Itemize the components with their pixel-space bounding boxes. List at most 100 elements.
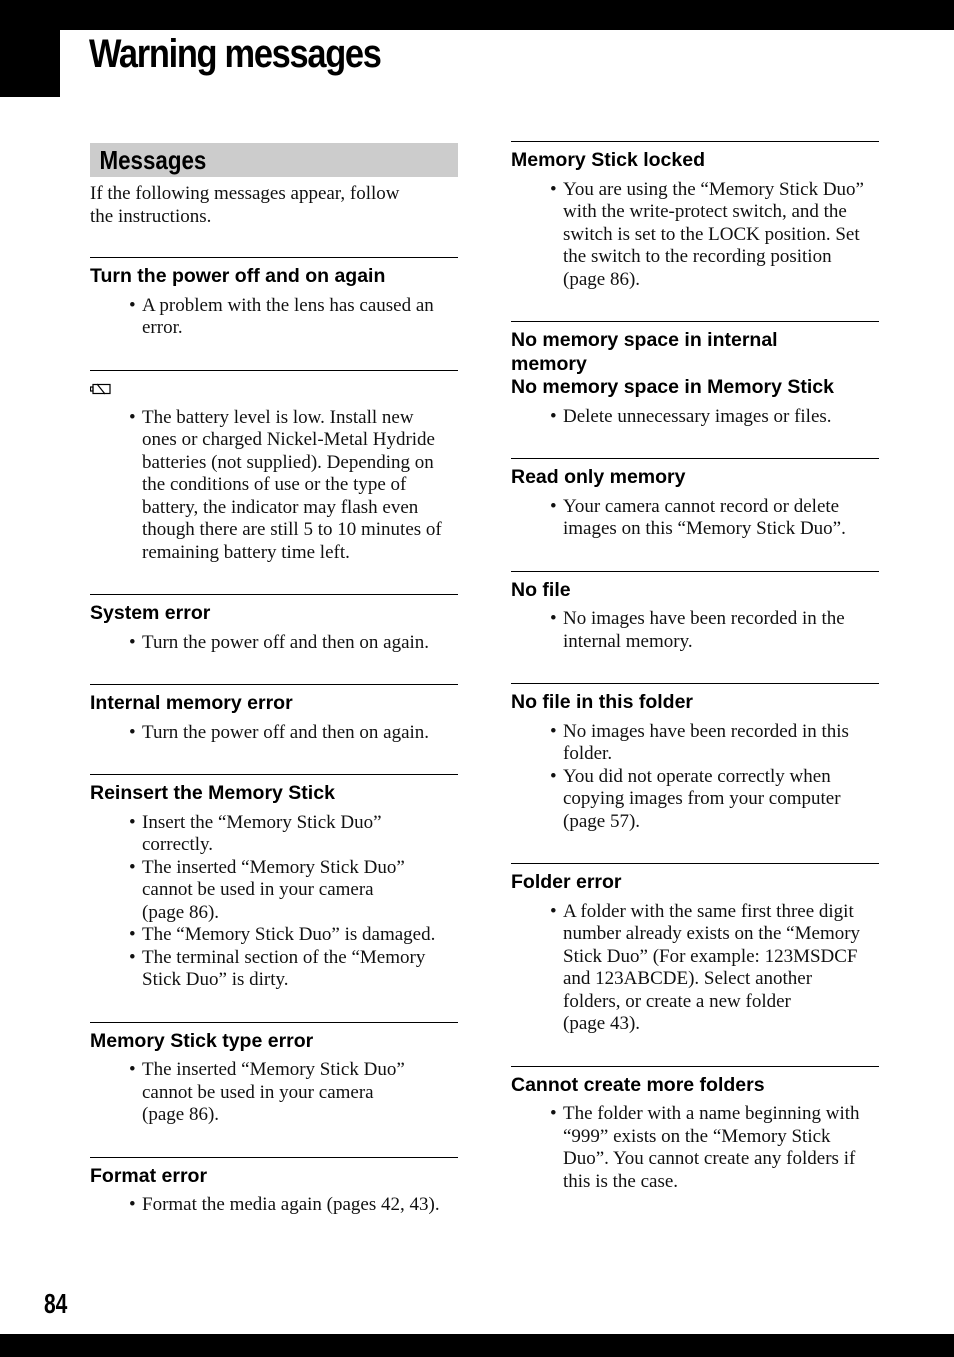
instruction-line: (page 86). [563,268,641,290]
message-entry: Cannot create more folders • The folder wi… [511,1065,879,1224]
bullet-icon: • [129,811,136,833]
message-title: Turn the power off and on again [90,265,386,287]
instruction-list: • Turn the power off and then on again. [90,632,458,655]
message-title: Internal memory error [90,692,293,714]
message-entry: Reinsert the Memory Stick • Insert the “Me… [90,774,458,1022]
instruction-item: • Delete unnecessary images or files. [511,406,879,429]
instruction-line: internal memory. [563,630,693,652]
instruction-line: You did not operate correctly when [563,765,831,787]
message-entry: System error • Turn the power off and then… [90,594,458,684]
instruction-line: correctly. [142,834,214,855]
message-title: Read only memory [511,466,686,488]
instruction-line: A problem with the lens has caused an [142,294,434,316]
instruction-item: • Turn the power off and then on again. [90,722,458,745]
instruction-list: • A problem with the lens has caused an er… [90,295,458,340]
instruction-list: • The battery level is low. Install new on… [90,407,458,565]
message-title: Folder error [511,871,622,893]
instruction-list: • Insert the “Memory Stick Duo” correctly.… [90,812,458,992]
instruction-line: “999” exists on the “Memory Stick [563,1125,831,1147]
instruction-line: A folder with the same first three digit [563,900,854,922]
instruction-line: the switch to the recording position [563,246,832,267]
header-bar [0,0,954,30]
battery-empty-icon [90,378,458,401]
bullet-icon: • [129,924,136,945]
instruction-line: Your camera cannot record or delete [563,495,840,517]
instruction-line: ones or charged Nickel-Metal Hydride [142,429,435,450]
instruction-line: (page 57). [563,810,641,832]
instruction-line: Stick Duo” (For example: 123MSDCF [563,945,858,967]
instruction-line: No images have been recorded in this [563,720,849,742]
instruction-line: No images have been recorded in the [563,608,845,629]
left-message-list: Turn the power off and on again • A proble… [90,257,458,1247]
instruction-item: • No images have been recorded in this fol… [511,721,879,766]
instruction-line: Turn the power off and then on again. [142,721,430,743]
bullet-icon: • [129,856,136,878]
instruction-line: You are using the “Memory Stick Duo” [563,178,864,200]
instruction-item: • No images have been recorded in the inte… [511,608,879,653]
instruction-list: • Turn the power off and then on again. [90,722,458,745]
instruction-line: and 123ABCDE). Select another [563,968,813,989]
instruction-item: • The inserted “Memory Stick Duo” cannot b… [90,857,458,925]
instruction-item: • The terminal section of the “Memory Stic… [90,947,458,992]
bullet-icon: • [129,721,136,743]
instruction-line: error. [142,317,183,338]
instruction-item: • A folder with the same first three digi… [511,901,879,1036]
instruction-line: cannot be used in your camera [142,1081,374,1103]
instruction-line: with the write-protect switch, and the [563,201,847,222]
instruction-list: • Delete unnecessary images or files. [511,406,879,429]
bullet-icon: • [550,405,557,427]
instruction-item: • Your camera cannot record or delete imag… [511,496,879,541]
message-entry: No memory space in internal memory No memo… [511,321,879,458]
intro-line: If the following messages appear, follow [90,183,400,204]
instruction-line: Insert the “Memory Stick Duo” [142,811,382,833]
instruction-item: • Turn the power off and then on again. [90,632,458,655]
right-column: Memory Stick locked • You are using the “M… [511,141,879,1223]
instruction-line: battery, the indicator may flash even [142,496,419,518]
chapter-tab-block [0,0,60,97]
message-entry: • The battery level is low. Install new on… [90,369,458,595]
bullet-icon: • [129,631,136,653]
intro-text: If the following messages appear, follow… [90,183,458,228]
right-message-list: Memory Stick locked • You are using the “M… [511,141,879,1223]
instruction-item: • The inserted “Memory Stick Duo” cannot b… [90,1059,458,1127]
instruction-line: Delete unnecessary images or files. [563,405,832,427]
message-title: No file in this folder [511,691,694,713]
instruction-list: • You are using the “Memory Stick Duo” wit… [511,179,879,292]
message-entry: Format error • Format the media again (pag… [90,1156,458,1247]
bullet-icon: • [550,1103,557,1124]
bullet-icon: • [550,495,557,517]
instruction-item: • You are using the “Memory Stick Duo” wit… [511,179,879,292]
bullet-icon: • [129,294,136,316]
bullet-icon: • [550,608,557,629]
instruction-line: The “Memory Stick Duo” is damaged. [142,924,436,945]
instruction-item: • The battery level is low. Install new on… [90,407,458,565]
instruction-item: • A problem with the lens has caused an er… [90,295,458,340]
instruction-item: • The “Memory Stick Duo” is damaged. [90,924,458,947]
message-entry: Read only memory • Your camera cannot reco… [511,458,879,571]
instruction-line: this is the case. [563,1170,679,1192]
instruction-list: • No images have been recorded in this fol… [511,721,879,834]
instruction-line: folders, or create a new folder [563,990,791,1012]
section-heading-banner: Messages [90,143,458,177]
instruction-list: • No images have been recorded in the inte… [511,608,879,653]
bullet-icon: • [550,765,557,787]
instruction-line: (page 86). [142,901,220,923]
message-title: Memory Stick locked [511,149,705,171]
instruction-line: copying images from your computer [563,788,841,809]
message-entry: Memory Stick type error • The inserted “Me… [90,1021,458,1157]
instruction-list: • Your camera cannot record or delete imag… [511,496,879,541]
instruction-line: remaining battery time left. [142,541,350,563]
instruction-line: cannot be used in your camera [142,879,374,900]
instruction-line: Stick Duo” is dirty. [142,969,289,990]
instruction-list: • Format the media again (pages 42, 43). [90,1194,458,1217]
instruction-line: The folder with a name beginning with [563,1103,860,1124]
bullet-icon: • [129,406,136,428]
